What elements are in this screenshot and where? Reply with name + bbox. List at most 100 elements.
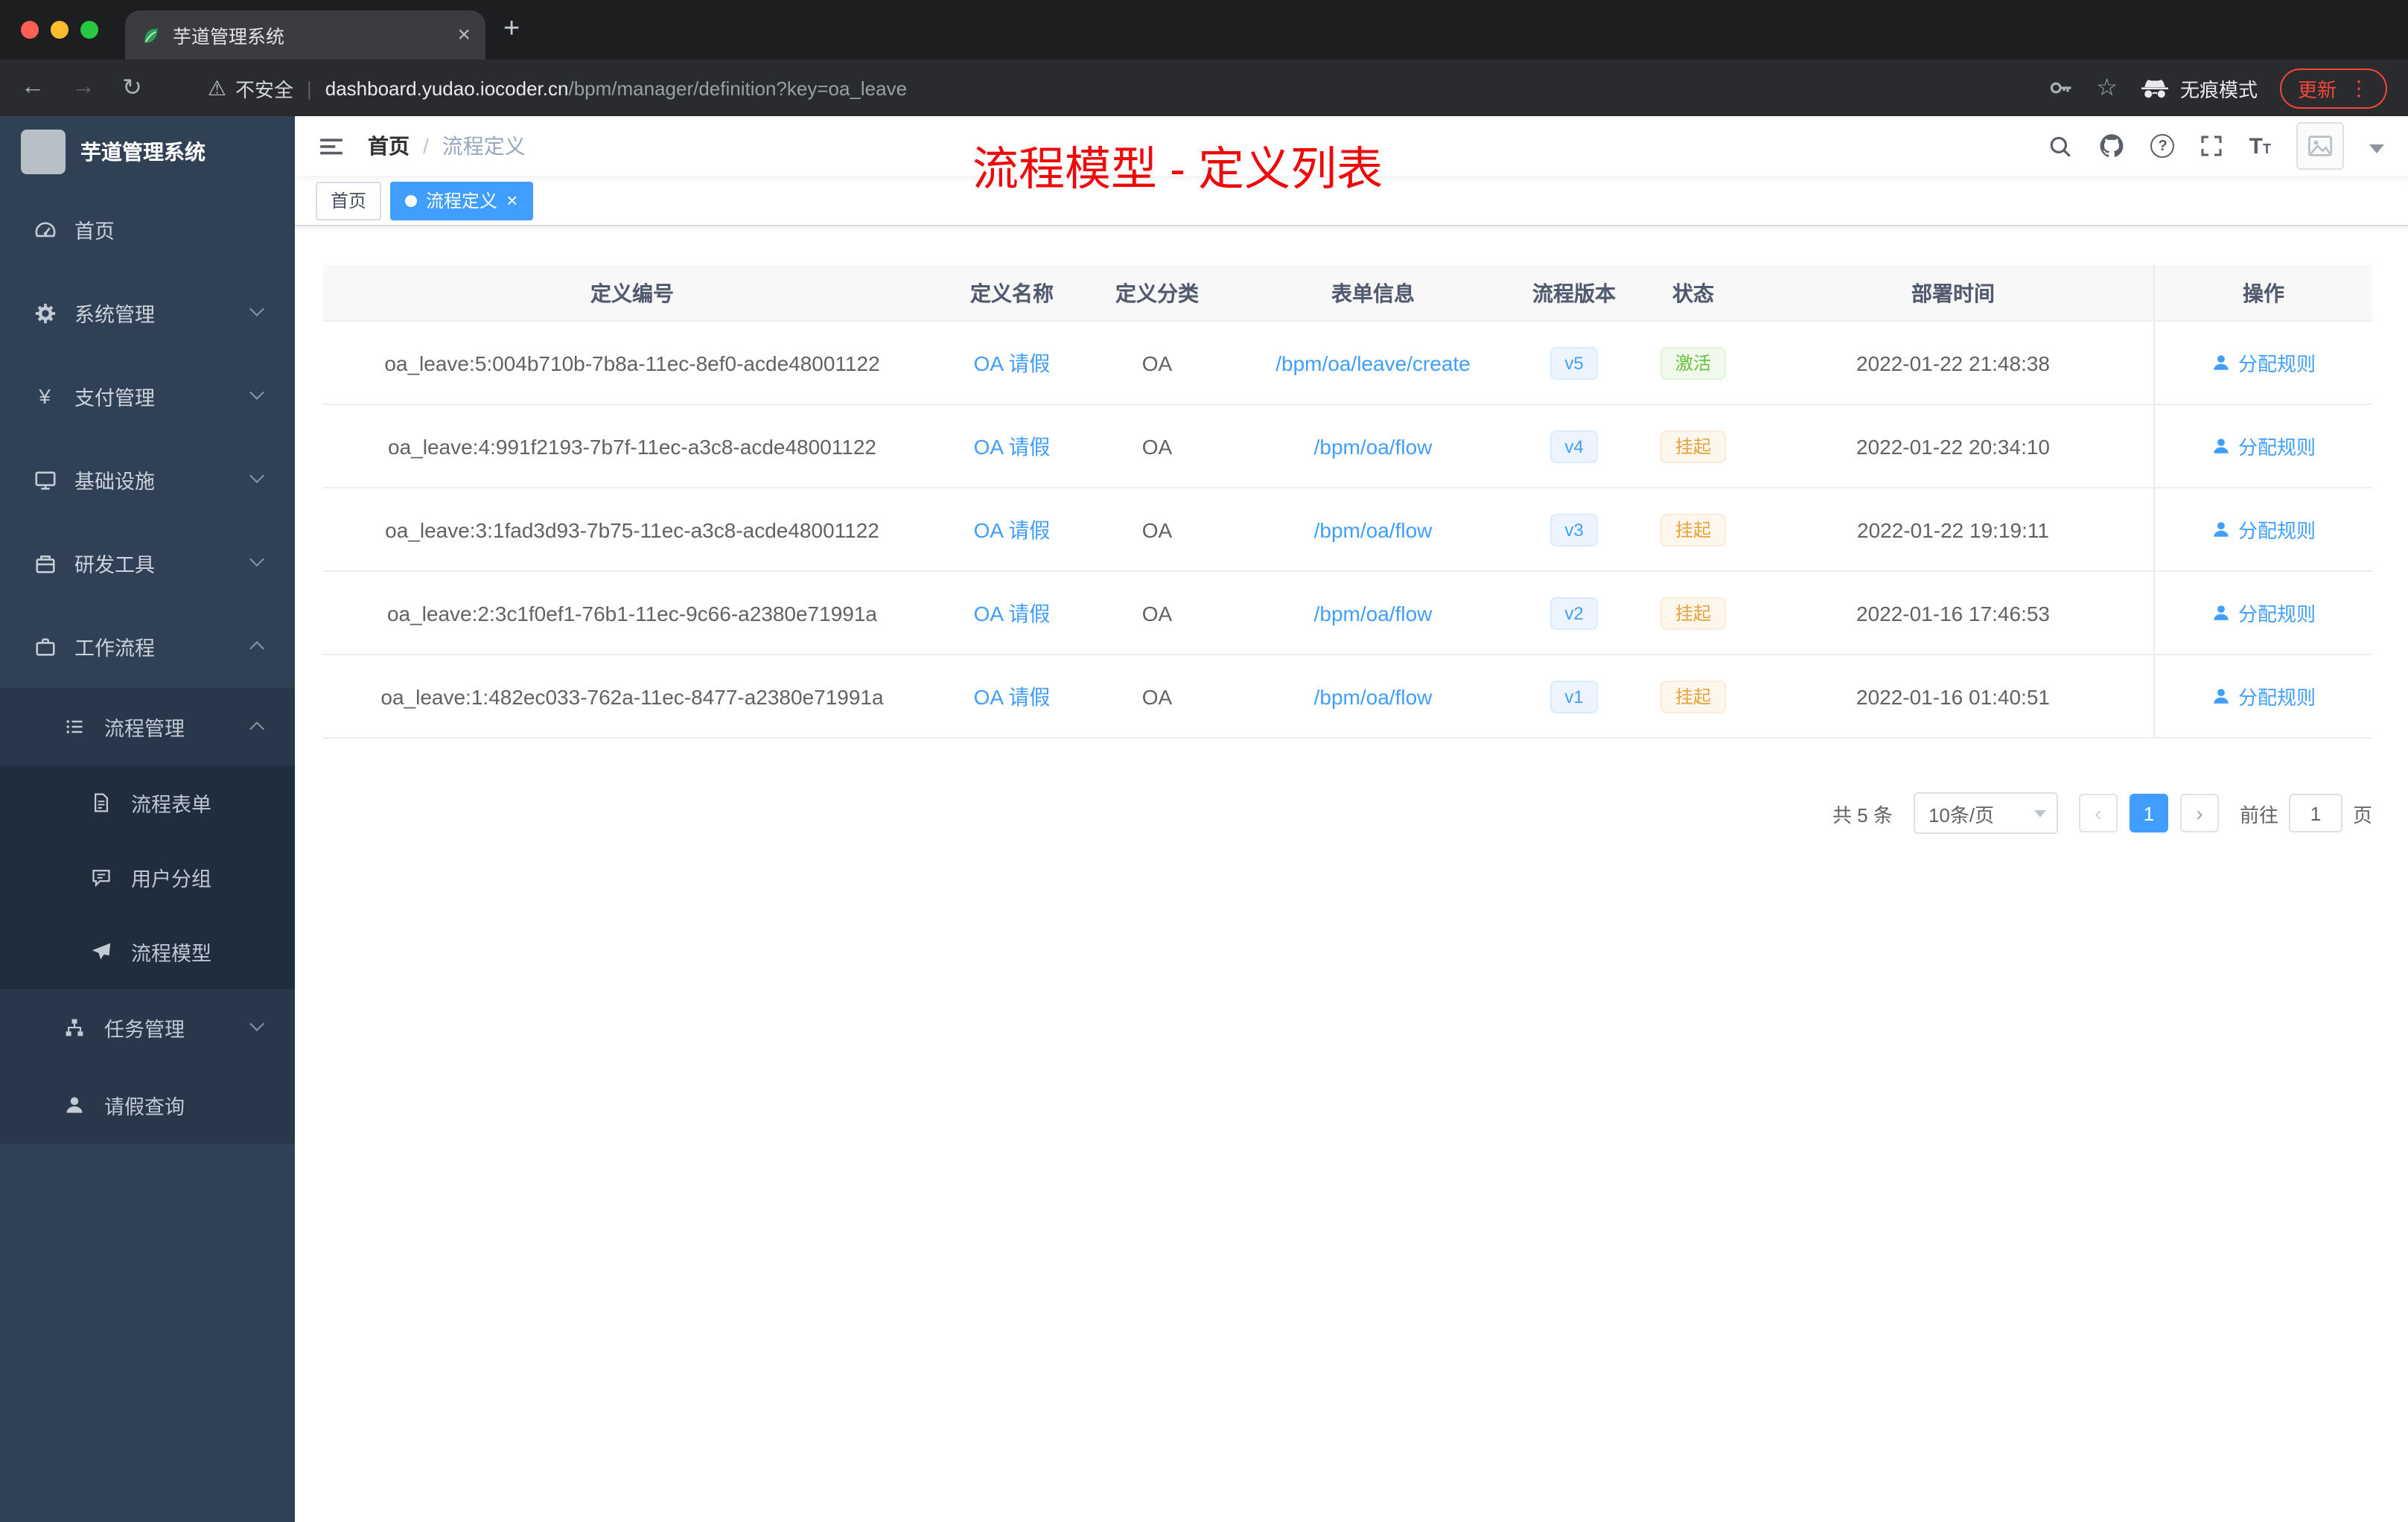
goto-unit: 页 — [2352, 803, 2372, 826]
assign-rule-button[interactable]: 分配规则 — [2211, 682, 2316, 710]
cell-deploy-time: 2022-01-22 20:34:10 — [1856, 434, 2050, 458]
briefcase-icon — [33, 634, 57, 658]
status-badge: 挂起 — [1660, 596, 1726, 629]
reload-button[interactable]: ↻ — [122, 73, 142, 103]
sidebar-item-label: 流程管理 — [104, 718, 185, 740]
sidebar-item-payment[interactable]: ¥ 支付管理 — [0, 354, 295, 438]
annotation-text: 流程模型 - 定义列表 — [972, 143, 1383, 195]
github-icon[interactable] — [2099, 133, 2126, 159]
goto-page-input[interactable] — [2288, 794, 2342, 832]
sidebar-item-system[interactable]: 系统管理 — [0, 271, 295, 354]
sidebar-item-infrastructure[interactable]: 基础设施 — [0, 438, 295, 521]
browser-menu-icon[interactable]: ⋮ — [2348, 75, 2369, 101]
zoom-window-button[interactable] — [80, 21, 98, 39]
assign-rule-button[interactable]: 分配规则 — [2211, 348, 2316, 377]
next-page-button[interactable]: › — [2179, 794, 2219, 832]
fullscreen-icon[interactable] — [2200, 134, 2224, 158]
table-row: oa_leave:3:1fad3d93-7b75-11ec-a3c8-acde4… — [323, 488, 2372, 572]
update-button[interactable]: 更新 ⋮ — [2279, 68, 2387, 108]
column-header: 流程版本 — [1532, 281, 1616, 305]
browser-window: 芋道管理系统 × + ← → ↻ ⚠ 不安全 | dashboard.yudao… — [0, 0, 2408, 1522]
help-icon[interactable]: ? — [2150, 134, 2175, 158]
column-header: 表单信息 — [1331, 281, 1415, 305]
search-icon[interactable] — [2048, 133, 2074, 159]
form-link[interactable]: /bpm/oa/flow — [1232, 684, 1514, 708]
site-security-chip[interactable]: ⚠ 不安全 — [208, 74, 293, 102]
cell-definition-id: oa_leave:4:991f2193-7b7f-11ec-a3c8-acde4… — [388, 434, 876, 458]
form-link[interactable]: /bpm/oa/leave/create — [1232, 351, 1514, 375]
definition-name-link[interactable]: OA 请假 — [941, 681, 1083, 711]
prev-page-button[interactable]: ‹ — [2078, 794, 2118, 832]
active-dot — [405, 194, 418, 206]
minimize-window-button[interactable] — [51, 21, 69, 39]
form-link[interactable]: /bpm/oa/flow — [1232, 601, 1514, 625]
page-size-select[interactable]: 10条/页 — [1913, 792, 2058, 834]
page-number-button[interactable]: 1 — [2129, 794, 2168, 832]
caret-down-icon[interactable] — [2369, 144, 2384, 153]
avatar[interactable] — [2296, 122, 2344, 170]
bookmark-star-icon[interactable]: ☆ — [2096, 73, 2118, 103]
address-bar[interactable]: dashboard.yudao.iocoder.cn/bpm/manager/d… — [325, 77, 907, 99]
assign-rule-button[interactable]: 分配规则 — [2211, 599, 2316, 627]
cell-deploy-time: 2022-01-16 17:46:53 — [1856, 601, 2050, 625]
version-badge: v4 — [1549, 430, 1599, 462]
breadcrumb-home[interactable]: 首页 — [368, 131, 410, 161]
back-button[interactable]: ← — [21, 74, 45, 101]
cell-definition-id: oa_leave:5:004b710b-7b8a-11ec-8ef0-acde4… — [384, 351, 880, 375]
cell-category: OA — [1141, 518, 1173, 541]
sidebar-item-workflow[interactable]: 工作流程 — [0, 605, 295, 688]
hamburger-icon[interactable] — [295, 133, 368, 159]
cell-category: OA — [1141, 351, 1173, 375]
chevron-up-icon — [249, 641, 264, 656]
sidebar-item-label: 流程模型 — [131, 943, 211, 965]
sidebar-item-process-management[interactable]: 流程管理 — [0, 688, 295, 765]
new-tab-button[interactable]: + — [503, 13, 520, 46]
browser-toolbar: ← → ↻ ⚠ 不安全 | dashboard.yudao.iocoder.cn… — [0, 60, 2408, 116]
cell-deploy-time: 2022-01-22 19:19:11 — [1857, 518, 2049, 541]
definition-name-link[interactable]: OA 请假 — [941, 431, 1083, 461]
tag-home[interactable]: 首页 — [316, 181, 382, 220]
font-size-icon[interactable]: TT — [2249, 135, 2271, 157]
sidebar-item-process-model[interactable]: 流程模型 — [0, 914, 295, 989]
sidebar-item-task-management[interactable]: 任务管理 — [0, 989, 295, 1066]
sidebar-logo[interactable]: 芋道管理系统 — [0, 116, 295, 188]
sidebar-item-label: 任务管理 — [104, 1019, 185, 1041]
tab-close-icon[interactable]: × — [457, 24, 471, 46]
tag-process-definition[interactable]: 流程定义 × — [390, 181, 533, 220]
sidebar-item-process-form[interactable]: 流程表单 — [0, 765, 295, 840]
browser-tab[interactable]: 芋道管理系统 × — [125, 10, 485, 60]
traffic-lights — [21, 21, 98, 39]
assign-rule-button[interactable]: 分配规则 — [2211, 432, 2316, 460]
form-link[interactable]: /bpm/oa/flow — [1232, 518, 1514, 541]
forward-button[interactable]: → — [71, 74, 95, 101]
user-icon — [63, 1093, 86, 1117]
incognito-icon — [2141, 79, 2168, 98]
sidebar-item-leave-query[interactable]: 请假查询 — [0, 1066, 295, 1144]
definition-name-link[interactable]: OA 请假 — [941, 598, 1083, 628]
version-badge: v2 — [1549, 596, 1599, 629]
url-path: /bpm/manager/definition?key=oa_leave — [568, 77, 908, 99]
assign-rule-button[interactable]: 分配规则 — [2211, 515, 2316, 544]
sidebar-item-label: 流程表单 — [131, 794, 211, 816]
definition-name-link[interactable]: OA 请假 — [941, 348, 1083, 378]
definition-name-link[interactable]: OA 请假 — [941, 515, 1083, 544]
yen-icon: ¥ — [39, 384, 51, 408]
sidebar-item-user-group[interactable]: 用户分组 — [0, 840, 295, 914]
incognito-label: 无痕模式 — [2179, 78, 2258, 101]
version-badge: v1 — [1549, 680, 1599, 713]
column-header: 定义编号 — [590, 281, 674, 305]
toolbox-icon — [33, 551, 57, 575]
close-window-button[interactable] — [21, 21, 39, 39]
monitor-icon — [33, 468, 57, 491]
table-row: oa_leave:4:991f2193-7b7f-11ec-a3c8-acde4… — [323, 405, 2372, 488]
caret-down-icon — [2033, 809, 2046, 817]
form-link[interactable]: /bpm/oa/flow — [1232, 434, 1514, 458]
table-row: oa_leave:2:3c1f0ef1-76b1-11ec-9c66-a2380… — [323, 572, 2372, 655]
tag-close-icon[interactable]: × — [506, 191, 517, 210]
list-icon — [63, 715, 86, 739]
password-key-icon[interactable] — [2047, 74, 2074, 101]
sidebar-item-label: 用户分组 — [131, 868, 211, 891]
sidebar-item-home[interactable]: 首页 — [0, 188, 295, 271]
version-badge: v5 — [1549, 346, 1599, 379]
sidebar-item-dev-tools[interactable]: 研发工具 — [0, 521, 295, 605]
